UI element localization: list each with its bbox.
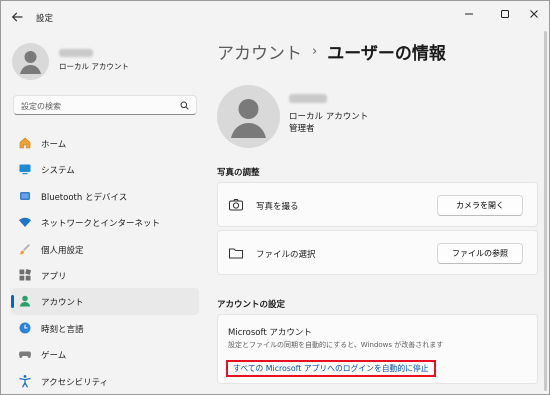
sidebar-item-accounts[interactable]: アカウント — [11, 288, 199, 315]
sidebar-item-label: アカウント — [41, 298, 84, 309]
sidebar-item-apps[interactable]: アプリ — [11, 262, 199, 288]
avatar — [12, 43, 49, 80]
window-title: 設定 — [36, 14, 54, 24]
user-name-blurred — [289, 94, 327, 103]
highlight-box: すべての Microsoft アプリへのログインを自動的に停止 — [226, 360, 436, 377]
sidebar-item-label: アクセシビリティ — [41, 377, 109, 388]
take-photo-card: 写真を撮る カメラを開く — [217, 182, 538, 227]
avatar — [217, 85, 280, 148]
search-icon[interactable] — [180, 101, 189, 110]
browse-files-button[interactable]: ファイルの参照 — [437, 243, 523, 264]
camera-icon — [228, 197, 244, 213]
paintbrush-icon — [18, 242, 32, 256]
profile-role: 管理者 — [289, 124, 315, 134]
choose-file-label: ファイルの選択 — [256, 250, 316, 260]
open-camera-button[interactable]: カメラを開く — [437, 195, 523, 216]
sidebar-item-label: 個人用設定 — [41, 245, 84, 256]
page-title: ユーザーの情報 — [327, 44, 446, 64]
sidebar-item-system[interactable]: システム — [11, 156, 199, 182]
home-icon — [18, 136, 32, 150]
minimize-icon[interactable] — [452, 1, 486, 27]
settings-window: 設定 ローカル アカウント 設定の検索 ホーム システム Bluetooth と… — [0, 0, 550, 395]
search-input[interactable]: 設定の検索 — [13, 95, 197, 115]
microsoft-account-title: Microsoft アカウント — [228, 328, 312, 338]
sidebar-item-bluetooth[interactable]: Bluetooth とデバイス — [11, 183, 199, 209]
bluetooth-icon — [18, 189, 32, 203]
sidebar-user: ローカル アカウント — [12, 43, 202, 80]
sidebar-item-time-language[interactable]: 時刻と言語 — [11, 315, 199, 341]
back-arrow-icon[interactable] — [10, 10, 24, 24]
search-placeholder: 設定の検索 — [21, 102, 61, 111]
wifi-icon — [18, 215, 32, 229]
clock-globe-icon — [18, 321, 32, 335]
photo-section-title: 写真の調整 — [217, 168, 260, 178]
profile-header: ローカル アカウント 管理者 — [217, 85, 537, 148]
choose-file-card: ファイルの選択 ファイルの参照 — [217, 230, 538, 275]
breadcrumb: アカウント › ユーザーの情報 — [217, 39, 446, 64]
account-settings-title: アカウントの設定 — [217, 300, 286, 310]
microsoft-account-description: 設定とファイルの同期を自動的にすると、Windows が改善されます — [228, 341, 444, 349]
sidebar-item-label: ネットワークとインターネット — [41, 219, 161, 230]
gamepad-icon — [18, 347, 32, 361]
folder-icon — [228, 245, 244, 261]
apps-icon — [18, 268, 32, 282]
profile-account-type: ローカル アカウント — [289, 112, 369, 122]
scrollbar[interactable] — [544, 31, 547, 391]
user-name-blurred — [59, 49, 93, 57]
sidebar-item-gaming[interactable]: ゲーム — [11, 341, 199, 367]
accessibility-icon — [18, 374, 32, 388]
breadcrumb-parent[interactable]: アカウント — [217, 39, 302, 64]
system-icon — [18, 162, 32, 176]
close-icon[interactable] — [517, 1, 549, 27]
sidebar-item-label: システム — [41, 166, 75, 177]
sidebar-nav: ホーム システム Bluetooth とデバイス ネットワークとインターネット … — [11, 130, 199, 394]
sidebar-item-accessibility[interactable]: アクセシビリティ — [11, 368, 199, 394]
sidebar-item-label: アプリ — [41, 271, 67, 282]
sidebar-item-label: ゲーム — [41, 351, 67, 362]
account-icon — [18, 294, 32, 308]
microsoft-account-card: Microsoft アカウント 設定とファイルの同期を自動的にすると、Windo… — [217, 314, 538, 384]
title-bar: 設定 — [1, 1, 549, 31]
sidebar-item-label: ホーム — [41, 140, 67, 150]
stop-auto-signin-link[interactable]: すべての Microsoft アプリへのログインを自動的に停止 — [233, 363, 429, 374]
sidebar-item-label: 時刻と言語 — [41, 324, 84, 335]
take-photo-label: 写真を撮る — [256, 202, 299, 212]
user-account-type: ローカル アカウント — [59, 62, 129, 71]
sidebar-item-network[interactable]: ネットワークとインターネット — [11, 209, 199, 235]
breadcrumb-separator: › — [312, 44, 318, 59]
sidebar-item-home[interactable]: ホーム — [11, 130, 199, 156]
sidebar-item-label: Bluetooth とデバイス — [41, 192, 128, 203]
sidebar-item-personalization[interactable]: 個人用設定 — [11, 236, 199, 262]
